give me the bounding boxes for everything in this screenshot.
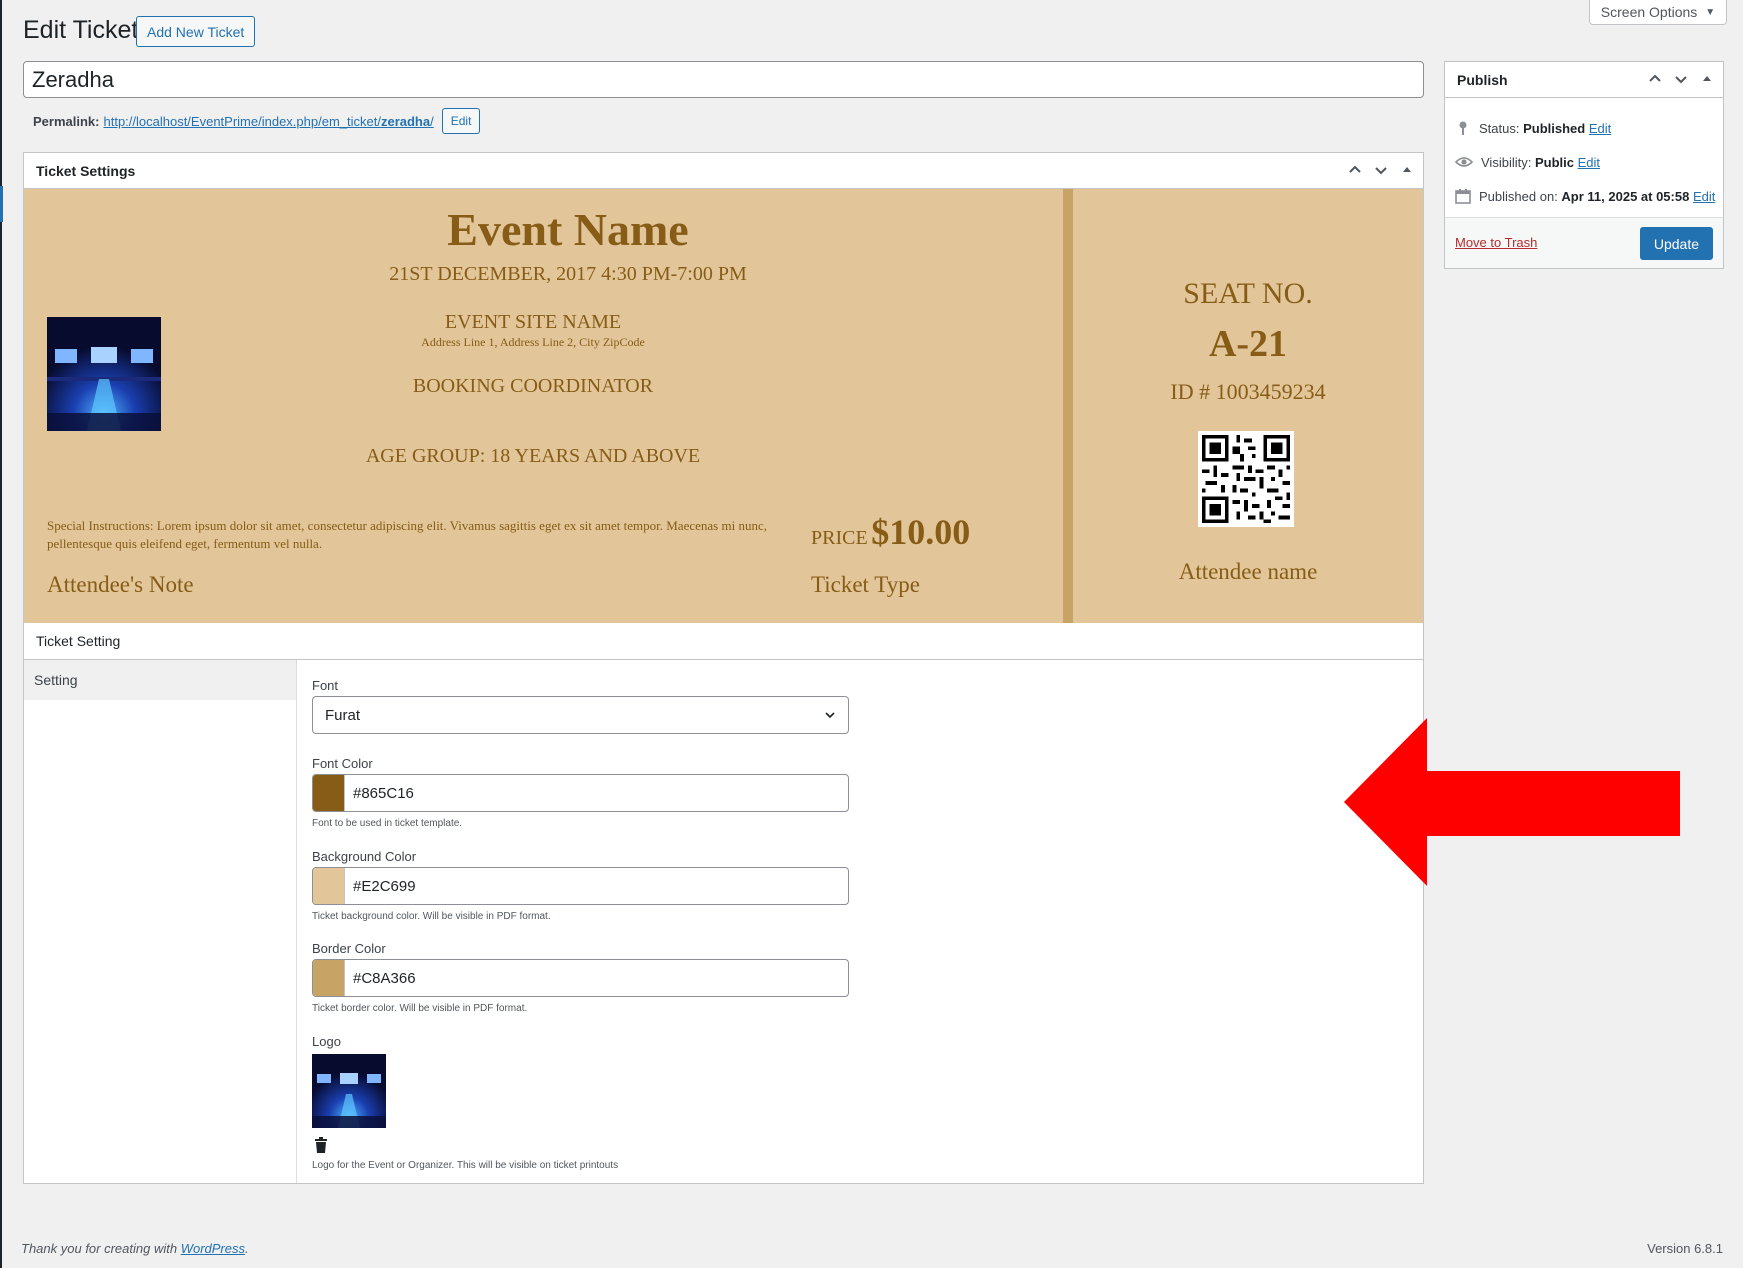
ticket-setting-sidebar: Setting <box>24 660 297 1183</box>
ticket-address: Address Line 1, Address Line 2, City Zip… <box>421 335 645 349</box>
permalink-link[interactable]: http://localhost/EventPrime/index.php/em… <box>103 114 433 129</box>
eye-icon <box>1455 157 1473 167</box>
status-label: Status: <box>1479 120 1520 136</box>
ticket-date-time: 21ST DECEMBER, 2017 4:30 PM-7:00 PM <box>389 263 747 285</box>
toggle-panel-icon[interactable] <box>1699 72 1715 88</box>
font-color-value: #865C16 <box>353 784 414 802</box>
ticket-attendee-note: Attendee's Note <box>47 572 194 597</box>
background-color-label: Background Color <box>312 849 417 864</box>
footer-thanks: Thank you for creating with WordPress. <box>21 1241 249 1256</box>
event-logo-image <box>47 317 161 431</box>
wordpress-link[interactable]: WordPress <box>181 1241 245 1256</box>
logo-help: Logo for the Event or Organizer. This wi… <box>312 1160 619 1171</box>
border-color-label: Border Color <box>312 941 386 956</box>
logo-label: Logo <box>312 1034 341 1049</box>
ticket-setting-header: Ticket Setting <box>24 623 1423 660</box>
border-color-field[interactable]: #C8A366 <box>312 959 849 997</box>
ticket-attendee-name: Attendee name <box>1178 559 1318 584</box>
permalink-row: Permalink: http://localhost/EventPrime/i… <box>33 108 481 134</box>
ticket-price-label: PRICE <box>811 527 868 549</box>
border-color-value: #C8A366 <box>353 969 416 987</box>
sidebar-item-setting[interactable]: Setting <box>24 660 296 700</box>
published-value: Apr 11, 2025 at 05:58 <box>1561 188 1690 204</box>
publish-box: Publish Status: Published Edit Visibilit… <box>1444 61 1724 269</box>
published-on-row: Published on: Apr 11, 2025 at 05:58 Edit <box>1455 188 1715 204</box>
caret-down-icon: ▼ <box>1705 6 1716 18</box>
qr-code-image <box>1198 431 1294 527</box>
permalink-base: http://localhost/EventPrime/index.php/em… <box>103 113 381 129</box>
annotation-arrow-icon <box>1344 718 1680 886</box>
footer-thanks-suffix: . <box>245 1241 249 1256</box>
background-color-field[interactable]: #E2C699 <box>312 867 849 905</box>
visibility-label: Visibility: <box>1481 154 1532 170</box>
font-select[interactable]: Furat <box>312 696 849 734</box>
ticket-event-name: Event Name <box>447 204 689 255</box>
font-select-value: Furat <box>325 706 361 724</box>
border-color-swatch[interactable] <box>313 960 345 996</box>
edit-status-link[interactable]: Edit <box>1589 121 1611 136</box>
ticket-seat-label: SEAT NO. <box>1183 277 1313 310</box>
admin-menu-active-edge <box>0 186 3 222</box>
publish-header: Publish <box>1445 62 1723 98</box>
ticket-settings-header: Ticket Settings <box>24 153 1423 189</box>
page-title: Edit Ticket <box>23 16 139 44</box>
font-color-label: Font Color <box>312 756 373 771</box>
visibility-row: Visibility: Public Edit <box>1455 154 1600 170</box>
border-color-help: Ticket border color. Will be visible in … <box>312 1003 528 1014</box>
ticket-coordinator: BOOKING COORDINATOR <box>412 375 654 397</box>
ticket-id: ID # 1003459234 <box>1170 379 1326 404</box>
permalink-suffix: / <box>430 113 434 129</box>
move-up-icon[interactable] <box>1347 163 1363 180</box>
move-down-icon[interactable] <box>1373 163 1389 180</box>
trash-icon[interactable] <box>314 1137 328 1153</box>
font-color-field[interactable]: #865C16 <box>312 774 849 812</box>
footer-version: Version 6.8.1 <box>1647 1241 1723 1256</box>
published-label: Published on: <box>1479 188 1558 204</box>
add-new-ticket-button[interactable]: Add New Ticket <box>136 16 256 47</box>
ticket-preview: Event Name 21ST DECEMBER, 2017 4:30 PM-7… <box>24 189 1423 623</box>
screen-options-label: Screen Options <box>1600 4 1698 20</box>
background-color-help: Ticket background color. Will be visible… <box>312 911 551 922</box>
ticket-instructions-line2: pellentesque quis eleifend eget, ferment… <box>47 536 323 551</box>
chevron-down-icon <box>825 712 835 719</box>
pin-icon <box>1459 121 1467 135</box>
background-color-swatch[interactable] <box>313 868 345 904</box>
move-to-trash-link[interactable]: Move to Trash <box>1455 235 1537 250</box>
font-color-help: Font to be used in ticket template. <box>312 818 463 829</box>
publish-actions: Move to Trash Update <box>1445 217 1723 268</box>
ticket-age-group: AGE GROUP: 18 YEARS AND ABOVE <box>365 445 701 467</box>
edit-date-link[interactable]: Edit <box>1693 189 1715 204</box>
ticket-seat-value: A-21 <box>1208 323 1288 365</box>
ticket-divider <box>1063 189 1073 623</box>
update-button[interactable]: Update <box>1639 227 1713 260</box>
publish-title: Publish <box>1457 71 1508 88</box>
permalink-slug: zeradha <box>380 113 431 129</box>
ticket-price: PRICE $10.00 <box>811 511 970 553</box>
post-title-input[interactable]: Zeradha <box>23 61 1424 98</box>
status-row: Status: Published Edit <box>1455 120 1611 136</box>
edit-visibility-link[interactable]: Edit <box>1578 155 1600 170</box>
edit-slug-button[interactable]: Edit <box>441 108 481 134</box>
background-color-value: #E2C699 <box>353 877 416 895</box>
font-label: Font <box>312 678 339 693</box>
toggle-panel-icon[interactable] <box>1399 163 1415 179</box>
ticket-settings-title: Ticket Settings <box>36 162 136 179</box>
screen-options-button[interactable]: Screen Options ▼ <box>1589 0 1727 25</box>
calendar-icon <box>1455 189 1471 204</box>
visibility-value: Public <box>1534 154 1574 170</box>
status-value: Published <box>1523 120 1586 136</box>
ticket-site-name: EVENT SITE NAME <box>444 311 622 333</box>
ticket-settings-box: Ticket Settings Event Name 21ST DECEMBER… <box>23 152 1424 1184</box>
ticket-price-value: $10.00 <box>871 512 971 552</box>
move-up-icon[interactable] <box>1647 72 1663 89</box>
ticket-instructions-line1: Special Instructions: Lorem ipsum dolor … <box>47 518 767 533</box>
permalink-label: Permalink: <box>33 113 100 129</box>
font-color-swatch[interactable] <box>313 775 345 811</box>
move-down-icon[interactable] <box>1673 72 1689 89</box>
logo-preview-image[interactable] <box>312 1054 386 1128</box>
footer-thanks-prefix: Thank you for creating with <box>21 1241 181 1256</box>
ticket-type: Ticket Type <box>811 572 920 597</box>
